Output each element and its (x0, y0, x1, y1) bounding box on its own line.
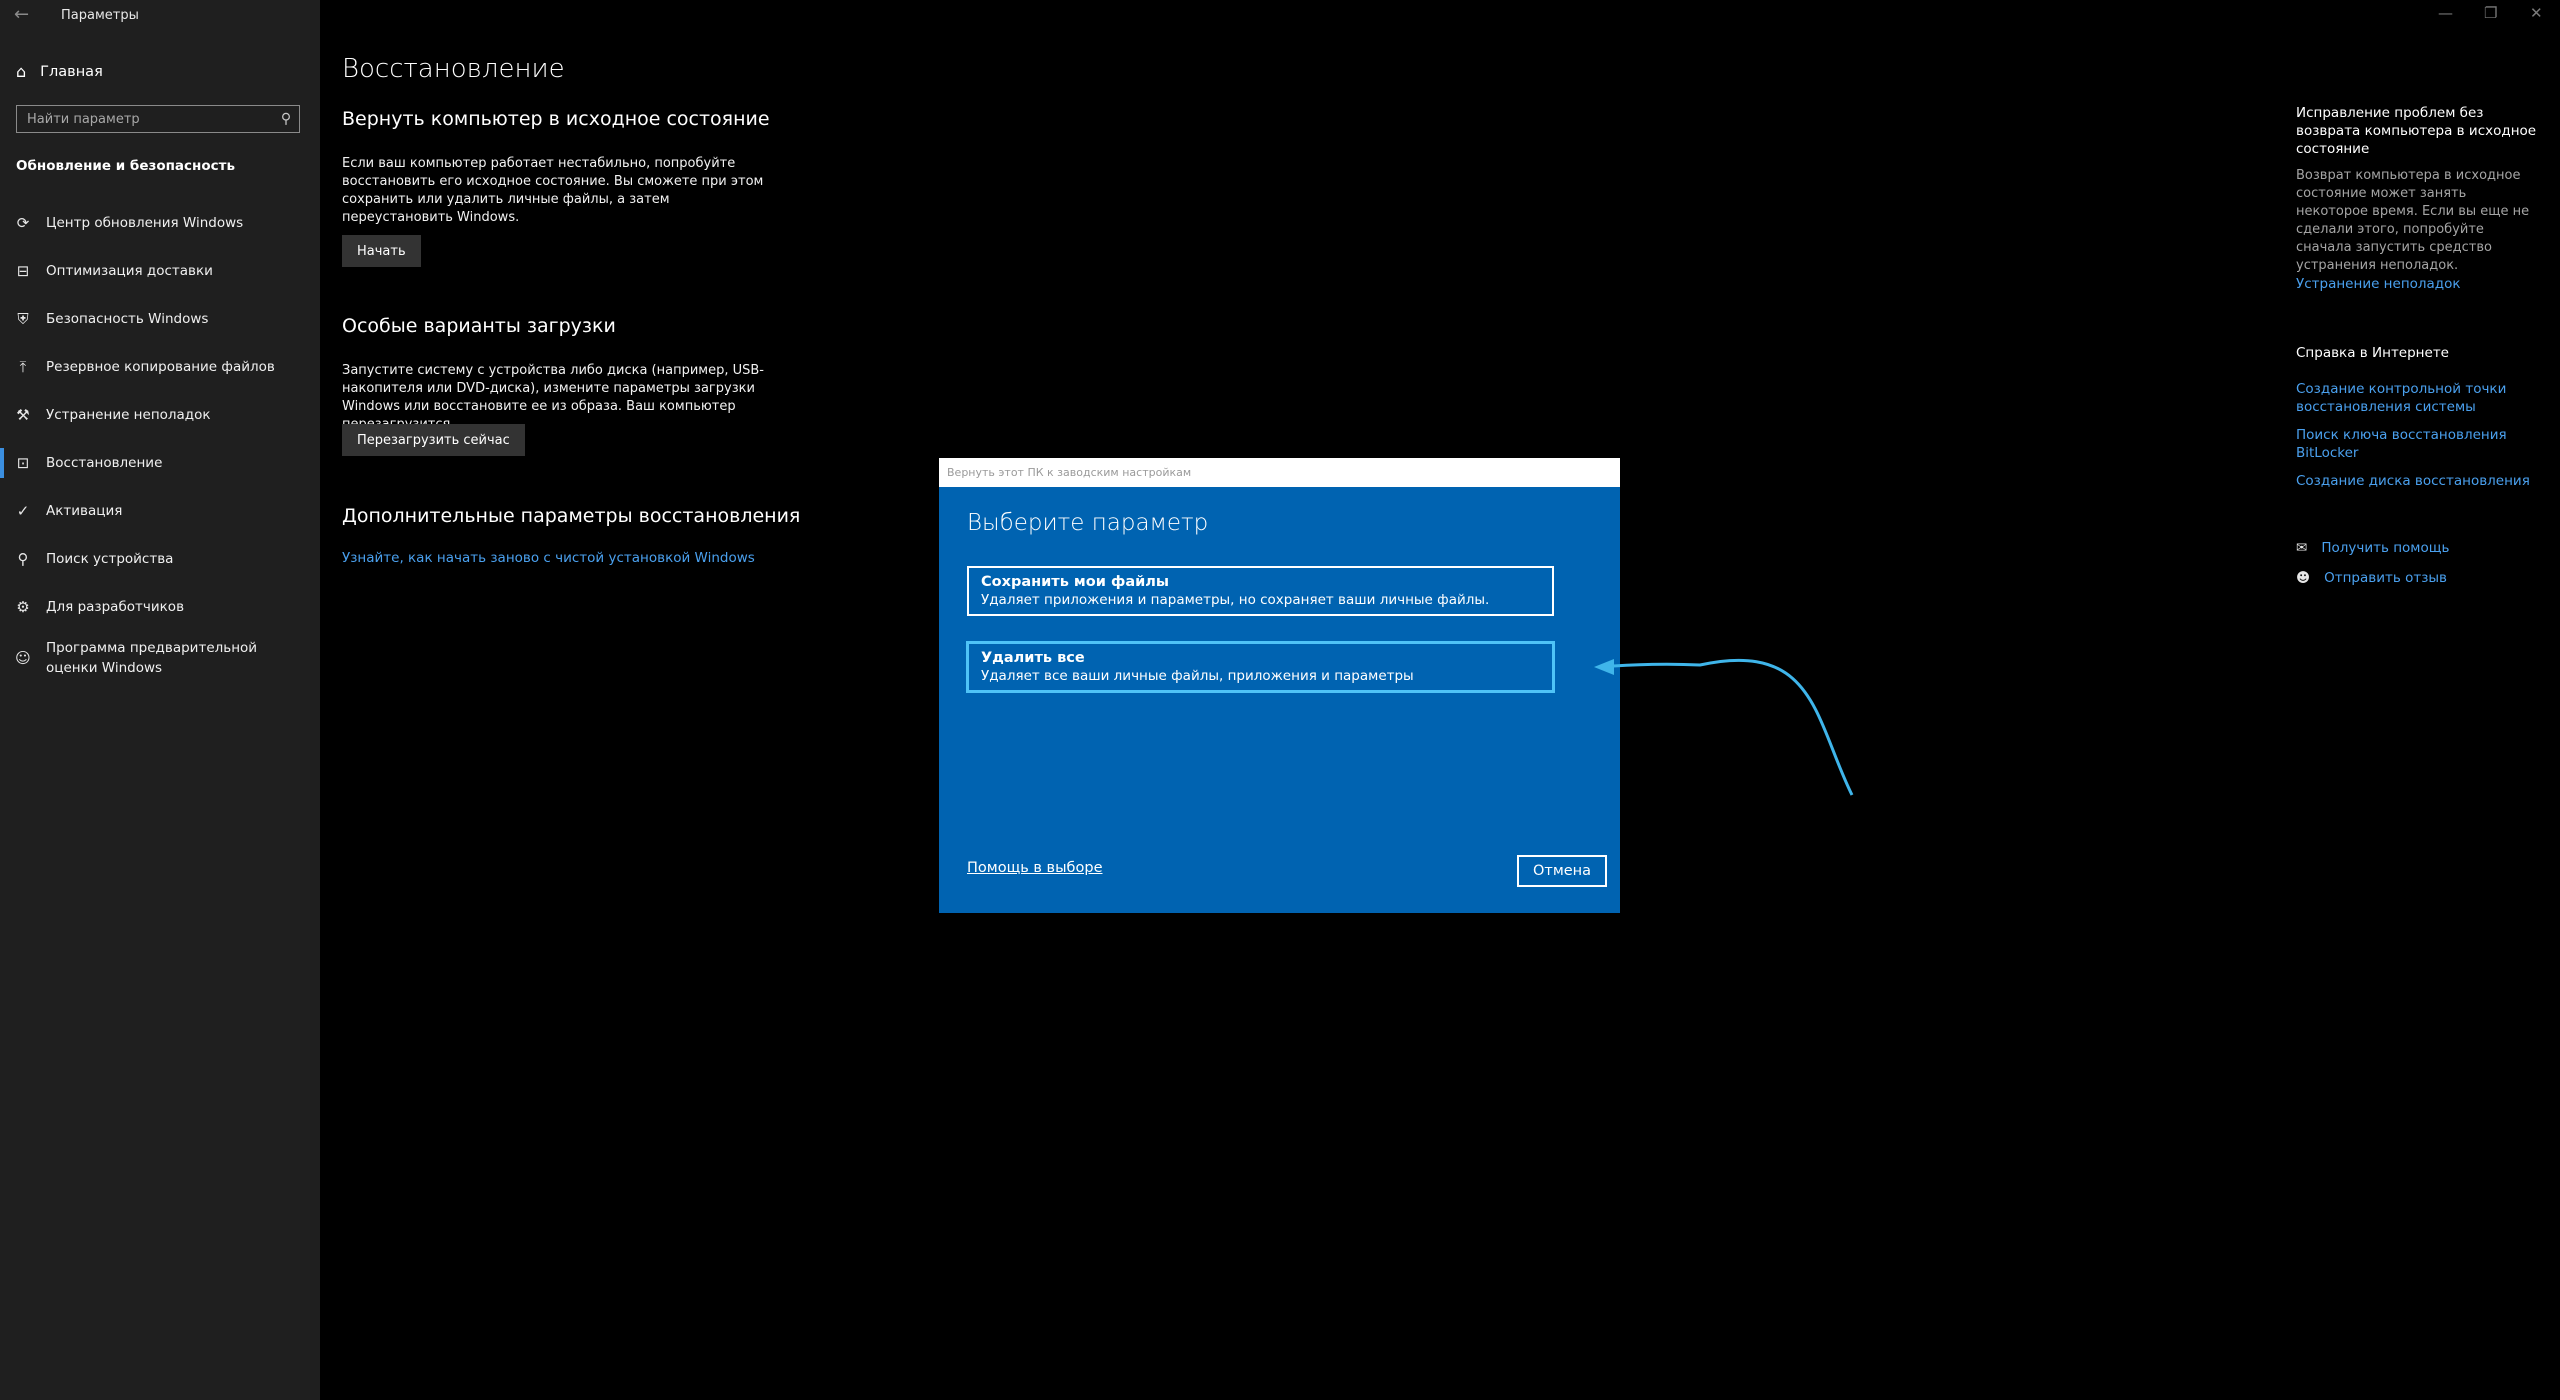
arrow-head-icon (1594, 659, 1614, 675)
annotation-arrow (1594, 658, 1854, 796)
arrow-curve (1599, 658, 1854, 796)
